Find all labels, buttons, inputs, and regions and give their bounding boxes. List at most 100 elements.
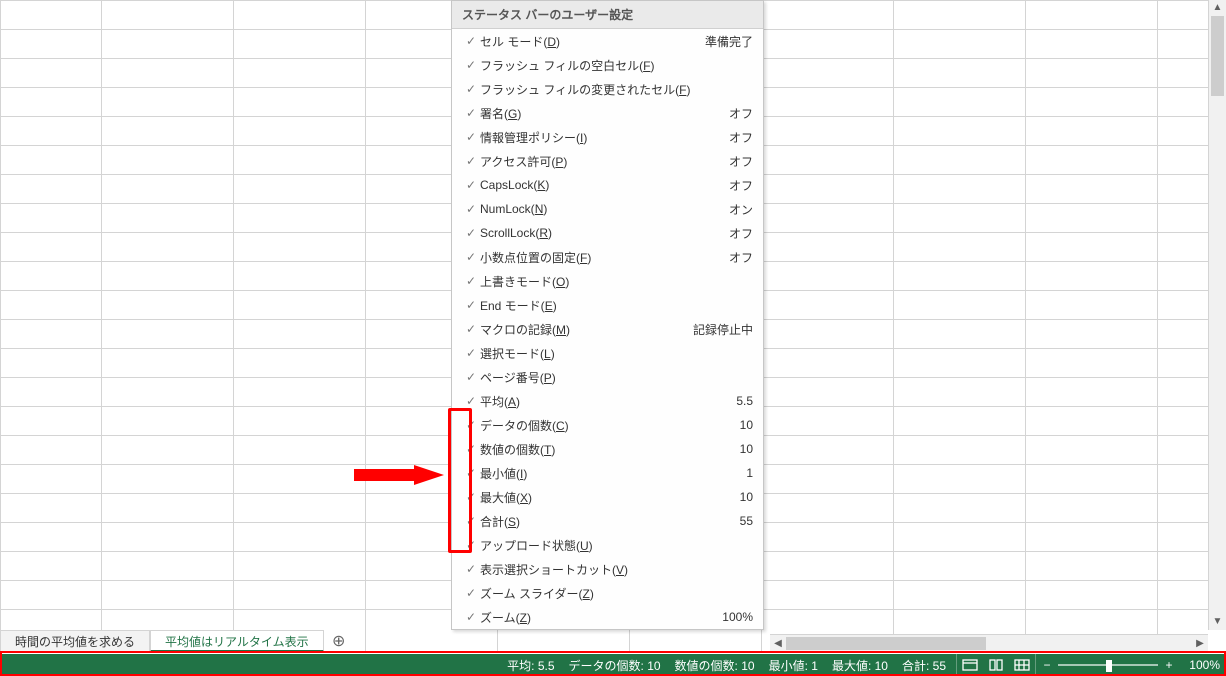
stat-min: 最小値: 1 [769, 657, 818, 674]
menu-item-label: 小数点位置の固定(F) [480, 249, 723, 266]
menu-item-24[interactable]: ✓ズーム(Z)100% [452, 605, 763, 629]
check-icon: ✓ [462, 202, 480, 216]
menu-item-7[interactable]: ✓NumLock(N)オン [452, 197, 763, 221]
menu-item-9[interactable]: ✓小数点位置の固定(F)オフ [452, 245, 763, 269]
menu-item-12[interactable]: ✓マクロの記録(M)記録停止中 [452, 317, 763, 341]
menu-item-23[interactable]: ✓ズーム スライダー(Z) [452, 581, 763, 605]
scroll-up-icon[interactable]: ▲ [1209, 0, 1226, 16]
menu-item-3[interactable]: ✓署名(G)オフ [452, 101, 763, 125]
check-icon: ✓ [462, 466, 480, 480]
scroll-right-icon[interactable]: ▶ [1192, 635, 1208, 652]
view-normal-button[interactable] [957, 654, 983, 676]
menu-item-17[interactable]: ✓数値の個数(T)10 [452, 437, 763, 461]
view-page-layout-button[interactable] [983, 654, 1009, 676]
statusbar-context-menu: ステータス バーのユーザー設定 ✓セル モード(D)準備完了✓フラッシュ フィル… [451, 0, 764, 630]
menu-item-20[interactable]: ✓合計(S)55 [452, 509, 763, 533]
menu-item-label: マクロの記録(M) [480, 321, 687, 338]
menu-item-label: ズーム スライダー(Z) [480, 585, 747, 602]
check-icon: ✓ [462, 34, 480, 48]
menu-item-22[interactable]: ✓表示選択ショートカット(V) [452, 557, 763, 581]
check-icon: ✓ [462, 178, 480, 192]
check-icon: ✓ [462, 394, 480, 408]
menu-item-0[interactable]: ✓セル モード(D)準備完了 [452, 29, 763, 53]
menu-item-label: フラッシュ フィルの空白セル(F) [480, 57, 747, 74]
vertical-scroll-thumb[interactable] [1211, 16, 1224, 96]
menu-item-label: 表示選択ショートカット(V) [480, 561, 747, 578]
check-icon: ✓ [462, 586, 480, 600]
check-icon: ✓ [462, 346, 480, 360]
menu-item-21[interactable]: ✓アップロード状態(U) [452, 533, 763, 557]
check-icon: ✓ [462, 418, 480, 432]
menu-item-19[interactable]: ✓最大値(X)10 [452, 485, 763, 509]
scroll-down-icon[interactable]: ▼ [1209, 614, 1226, 630]
check-icon: ✓ [462, 58, 480, 72]
zoom-in-button[interactable]: + [1164, 658, 1174, 672]
stat-max: 最大値: 10 [832, 657, 888, 674]
check-icon: ✓ [462, 274, 480, 288]
menu-item-13[interactable]: ✓選択モード(L) [452, 341, 763, 365]
horizontal-scrollbar[interactable]: ◀ ▶ [770, 634, 1208, 652]
menu-item-status: 10 [734, 418, 753, 432]
check-icon: ✓ [462, 490, 480, 504]
menu-item-14[interactable]: ✓ページ番号(P) [452, 365, 763, 389]
menu-item-label: 最小値(I) [480, 465, 740, 482]
menu-item-1[interactable]: ✓フラッシュ フィルの空白セル(F) [452, 53, 763, 77]
menu-item-6[interactable]: ✓CapsLock(K)オフ [452, 173, 763, 197]
menu-item-status: オフ [723, 249, 753, 266]
check-icon: ✓ [462, 298, 480, 312]
check-icon: ✓ [462, 442, 480, 456]
menu-item-label: ページ番号(P) [480, 369, 747, 386]
zoom-percentage[interactable]: 100% [1182, 658, 1226, 672]
menu-item-status: オフ [723, 105, 753, 122]
menu-item-status: オフ [723, 225, 753, 242]
menu-item-18[interactable]: ✓最小値(I)1 [452, 461, 763, 485]
zoom-slider[interactable]: − + [1042, 658, 1182, 672]
check-icon: ✓ [462, 538, 480, 552]
sheet-tab-1[interactable]: 時間の平均値を求める [0, 630, 150, 652]
new-sheet-button[interactable]: ⊕ [324, 630, 354, 652]
menu-item-label: 署名(G) [480, 105, 723, 122]
zoom-slider-track[interactable] [1058, 664, 1158, 666]
stat-sum: 合計: 55 [902, 657, 946, 674]
zoom-slider-thumb[interactable] [1106, 660, 1112, 672]
menu-item-status: オフ [723, 129, 753, 146]
menu-item-status: 記録停止中 [687, 321, 753, 338]
view-page-break-button[interactable] [1009, 654, 1035, 676]
menu-item-status: 55 [734, 514, 753, 528]
menu-item-15[interactable]: ✓平均(A)5.5 [452, 389, 763, 413]
menu-item-status: 10 [734, 442, 753, 456]
menu-item-label: NumLock(N) [480, 202, 723, 216]
menu-item-status: 100% [716, 610, 753, 624]
scroll-left-icon[interactable]: ◀ [770, 635, 786, 652]
menu-item-5[interactable]: ✓アクセス許可(P)オフ [452, 149, 763, 173]
menu-item-status: 5.5 [730, 394, 753, 408]
sheet-tab-2[interactable]: 平均値はリアルタイム表示 [150, 630, 324, 652]
menu-item-11[interactable]: ✓End モード(E) [452, 293, 763, 317]
menu-item-status: 1 [740, 466, 753, 480]
vertical-scrollbar[interactable]: ▲ ▼ [1208, 0, 1226, 630]
check-icon: ✓ [462, 322, 480, 336]
menu-item-8[interactable]: ✓ScrollLock(R)オフ [452, 221, 763, 245]
menu-item-label: 平均(A) [480, 393, 730, 410]
menu-item-label: 最大値(X) [480, 489, 734, 506]
status-bar: 平均: 5.5 データの個数: 10 数値の個数: 10 最小値: 1 最大値:… [0, 654, 1226, 676]
menu-item-status: 準備完了 [699, 33, 753, 50]
check-icon: ✓ [462, 370, 480, 384]
sheet-tab-bar: 時間の平均値を求める 平均値はリアルタイム表示 ⊕ [0, 630, 354, 652]
menu-item-label: ズーム(Z) [480, 609, 716, 626]
menu-item-label: アップロード状態(U) [480, 537, 747, 554]
menu-item-2[interactable]: ✓フラッシュ フィルの変更されたセル(F) [452, 77, 763, 101]
check-icon: ✓ [462, 82, 480, 96]
horizontal-scroll-thumb[interactable] [786, 637, 986, 650]
menu-item-label: 選択モード(L) [480, 345, 747, 362]
menu-item-4[interactable]: ✓情報管理ポリシー(I)オフ [452, 125, 763, 149]
menu-item-label: 情報管理ポリシー(I) [480, 129, 723, 146]
menu-item-status: オン [723, 201, 753, 218]
check-icon: ✓ [462, 154, 480, 168]
check-icon: ✓ [462, 610, 480, 624]
zoom-out-button[interactable]: − [1042, 658, 1052, 672]
menu-item-10[interactable]: ✓上書きモード(O) [452, 269, 763, 293]
menu-item-16[interactable]: ✓データの個数(C)10 [452, 413, 763, 437]
stat-average: 平均: 5.5 [507, 657, 554, 674]
menu-item-status: オフ [723, 153, 753, 170]
